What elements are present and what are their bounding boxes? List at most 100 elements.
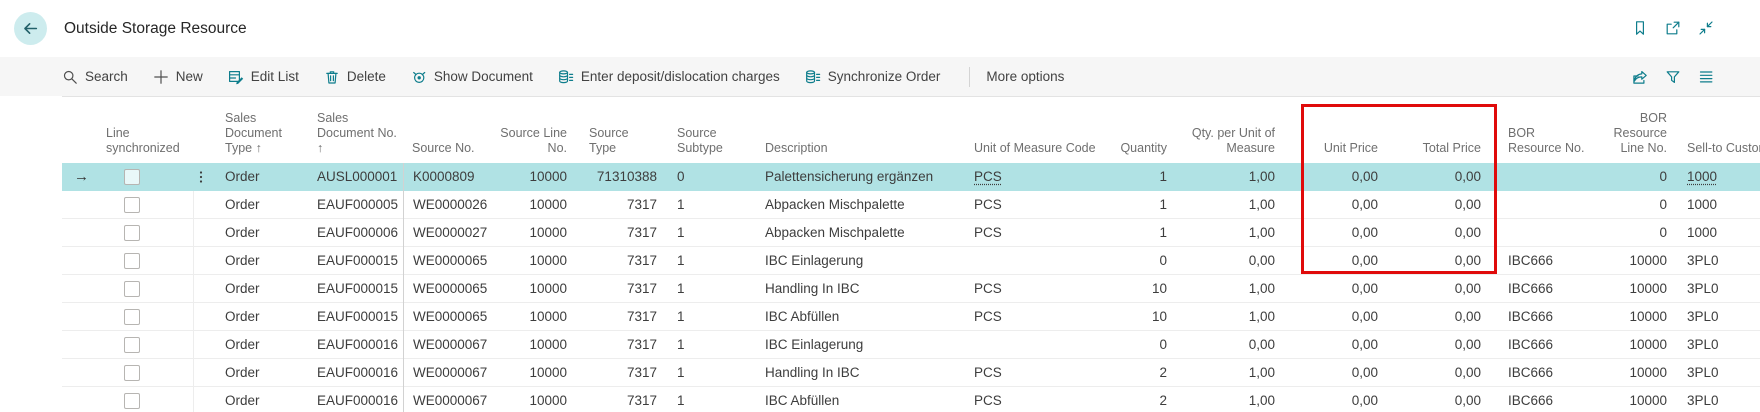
line-synchronized-checkbox[interactable] <box>124 225 140 241</box>
column-header-doc_type[interactable]: Sales Document Type ↑ <box>215 111 310 163</box>
line-synchronized-checkbox[interactable] <box>124 253 140 269</box>
cell-quantity[interactable]: 2 <box>1105 387 1172 412</box>
cell-source_no[interactable]: WE0000027 <box>403 219 495 247</box>
cell-quantity[interactable]: 1 <box>1105 191 1172 219</box>
cell-bor_resource_line_no[interactable]: 10000 <box>1590 303 1672 331</box>
cell-source_type[interactable]: 71310388 <box>572 163 662 191</box>
cell-qty_per_uom[interactable]: 1,00 <box>1172 387 1280 412</box>
column-header-total_price[interactable]: Total Price <box>1383 141 1486 163</box>
cell-source_type[interactable]: 7317 <box>572 219 662 247</box>
cell-source_type[interactable]: 7317 <box>572 191 662 219</box>
table-row[interactable]: OrderEAUF000016WE00000671000073171IBC Ei… <box>62 331 1760 359</box>
cell-sell_to[interactable]: 3PL0 <box>1672 359 1760 387</box>
cell-source_no[interactable]: WE0000065 <box>403 247 495 275</box>
edit-list-button[interactable]: Edit List <box>228 69 299 85</box>
cell-source_no[interactable]: WE0000067 <box>403 331 495 359</box>
cell-unit_price[interactable]: 0,00 <box>1280 247 1383 275</box>
line-synchronized-checkbox[interactable] <box>124 337 140 353</box>
cell-quantity[interactable]: 2 <box>1105 359 1172 387</box>
cell-source_no[interactable]: K0000809 <box>403 163 495 191</box>
cell-total_price[interactable]: 0,00 <box>1383 247 1486 275</box>
cell-doc_no[interactable]: EAUF000015 <box>310 247 403 275</box>
cell-bor_resource_line_no[interactable]: 10000 <box>1590 331 1672 359</box>
table-row[interactable]: OrderEAUF000006WE00000271000073171Abpack… <box>62 219 1760 247</box>
column-header-quantity[interactable]: Quantity <box>1105 141 1172 163</box>
cell-uom_code[interactable]: PCS <box>965 191 1105 219</box>
cell-total_price[interactable]: 0,00 <box>1383 331 1486 359</box>
cell-source_no[interactable]: WE0000067 <box>403 359 495 387</box>
cell-bor_resource_line_no[interactable]: 0 <box>1590 191 1672 219</box>
cell-unit_price[interactable]: 0,00 <box>1280 191 1383 219</box>
cell-qty_per_uom[interactable]: 1,00 <box>1172 303 1280 331</box>
cell-description[interactable]: IBC Einlagerung <box>760 247 965 275</box>
cell-unit_price[interactable]: 0,00 <box>1280 219 1383 247</box>
cell-source_no[interactable]: WE0000065 <box>403 275 495 303</box>
cell-unit_price[interactable]: 0,00 <box>1280 387 1383 412</box>
cell-description[interactable]: IBC Einlagerung <box>760 331 965 359</box>
column-header-bor_resource_line_no[interactable]: BOR Resource Line No. <box>1590 111 1672 163</box>
cell-description[interactable]: Abpacken Mischpalette <box>760 191 965 219</box>
cell-source_subtype[interactable]: 1 <box>662 387 760 412</box>
share-icon[interactable] <box>1632 69 1648 85</box>
cell-doc_type[interactable]: Order <box>215 303 310 331</box>
cell-doc_no[interactable]: EAUF000015 <box>310 275 403 303</box>
cell-doc_type[interactable]: Order <box>215 387 310 412</box>
cell-source_type[interactable]: 7317 <box>572 359 662 387</box>
cell-qty_per_uom[interactable]: 1,00 <box>1172 219 1280 247</box>
table-row[interactable]: OrderEAUF000015WE00000651000073171IBC Ei… <box>62 247 1760 275</box>
delete-button[interactable]: Delete <box>324 69 386 85</box>
cell-bor_resource_no[interactable] <box>1486 219 1590 247</box>
cell-description[interactable]: Palettensicherung ergänzen <box>760 163 965 191</box>
new-button[interactable]: New <box>153 69 203 85</box>
back-button[interactable] <box>14 12 47 45</box>
cell-source_no[interactable]: WE0000067 <box>403 387 495 412</box>
cell-source_subtype[interactable]: 1 <box>662 303 760 331</box>
cell-sell_to[interactable]: 3PL0 <box>1672 275 1760 303</box>
cell-doc_type[interactable]: Order <box>215 191 310 219</box>
cell-bor_resource_no[interactable] <box>1486 163 1590 191</box>
column-header-source_no[interactable]: Source No. <box>403 141 495 163</box>
cell-doc_type[interactable]: Order <box>215 163 310 191</box>
cell-sell_to[interactable]: 3PL0 <box>1672 303 1760 331</box>
cell-bor_resource_no[interactable]: IBC666 <box>1486 331 1590 359</box>
cell-sell_to[interactable]: 1000 <box>1672 191 1760 219</box>
cell-doc_no[interactable]: AUSL000001 <box>310 163 403 191</box>
cell-source_subtype[interactable]: 1 <box>662 247 760 275</box>
cell-bor_resource_line_no[interactable]: 0 <box>1590 219 1672 247</box>
cell-total_price[interactable]: 0,00 <box>1383 191 1486 219</box>
cell-doc_no[interactable]: EAUF000006 <box>310 219 403 247</box>
cell-bor_resource_line_no[interactable]: 10000 <box>1590 275 1672 303</box>
cell-sell_to[interactable]: 1000 <box>1672 163 1760 191</box>
table-row[interactable]: OrderEAUF000016WE00000671000073171Handli… <box>62 359 1760 387</box>
cell-doc_no[interactable]: EAUF000016 <box>310 331 403 359</box>
search-button[interactable]: Search <box>62 69 128 85</box>
cell-uom_code[interactable]: PCS <box>965 303 1105 331</box>
cell-source_subtype[interactable]: 1 <box>662 331 760 359</box>
cell-source_line_no[interactable]: 10000 <box>495 303 572 331</box>
cell-source_line_no[interactable]: 10000 <box>495 247 572 275</box>
cell-quantity[interactable]: 10 <box>1105 275 1172 303</box>
filter-icon[interactable] <box>1665 69 1681 85</box>
cell-uom_code[interactable] <box>965 247 1105 275</box>
cell-source_line_no[interactable]: 10000 <box>495 359 572 387</box>
line-synchronized-checkbox[interactable] <box>124 365 140 381</box>
cell-unit_price[interactable]: 0,00 <box>1280 275 1383 303</box>
table-row[interactable]: OrderEAUF000015WE00000651000073171Handli… <box>62 275 1760 303</box>
cell-source_line_no[interactable]: 10000 <box>495 219 572 247</box>
cell-bor_resource_line_no[interactable]: 10000 <box>1590 247 1672 275</box>
cell-qty_per_uom[interactable]: 1,00 <box>1172 163 1280 191</box>
cell-unit_price[interactable]: 0,00 <box>1280 163 1383 191</box>
cell-bor_resource_no[interactable]: IBC666 <box>1486 303 1590 331</box>
more-options-button[interactable]: More options <box>986 69 1064 84</box>
enter-deposit-dislocation-charges-button[interactable]: Enter deposit/dislocation charges <box>558 69 780 85</box>
bookmark-icon[interactable] <box>1632 20 1648 36</box>
cell-source_subtype[interactable]: 1 <box>662 191 760 219</box>
choose-columns-icon[interactable] <box>1698 69 1714 85</box>
cell-quantity[interactable]: 0 <box>1105 331 1172 359</box>
cell-source_type[interactable]: 7317 <box>572 331 662 359</box>
cell-doc_type[interactable]: Order <box>215 275 310 303</box>
cell-source_subtype[interactable]: 1 <box>662 275 760 303</box>
cell-source_line_no[interactable]: 10000 <box>495 191 572 219</box>
synchronize-order-button[interactable]: Synchronize Order <box>805 69 941 85</box>
cell-uom_code[interactable]: PCS <box>965 387 1105 412</box>
